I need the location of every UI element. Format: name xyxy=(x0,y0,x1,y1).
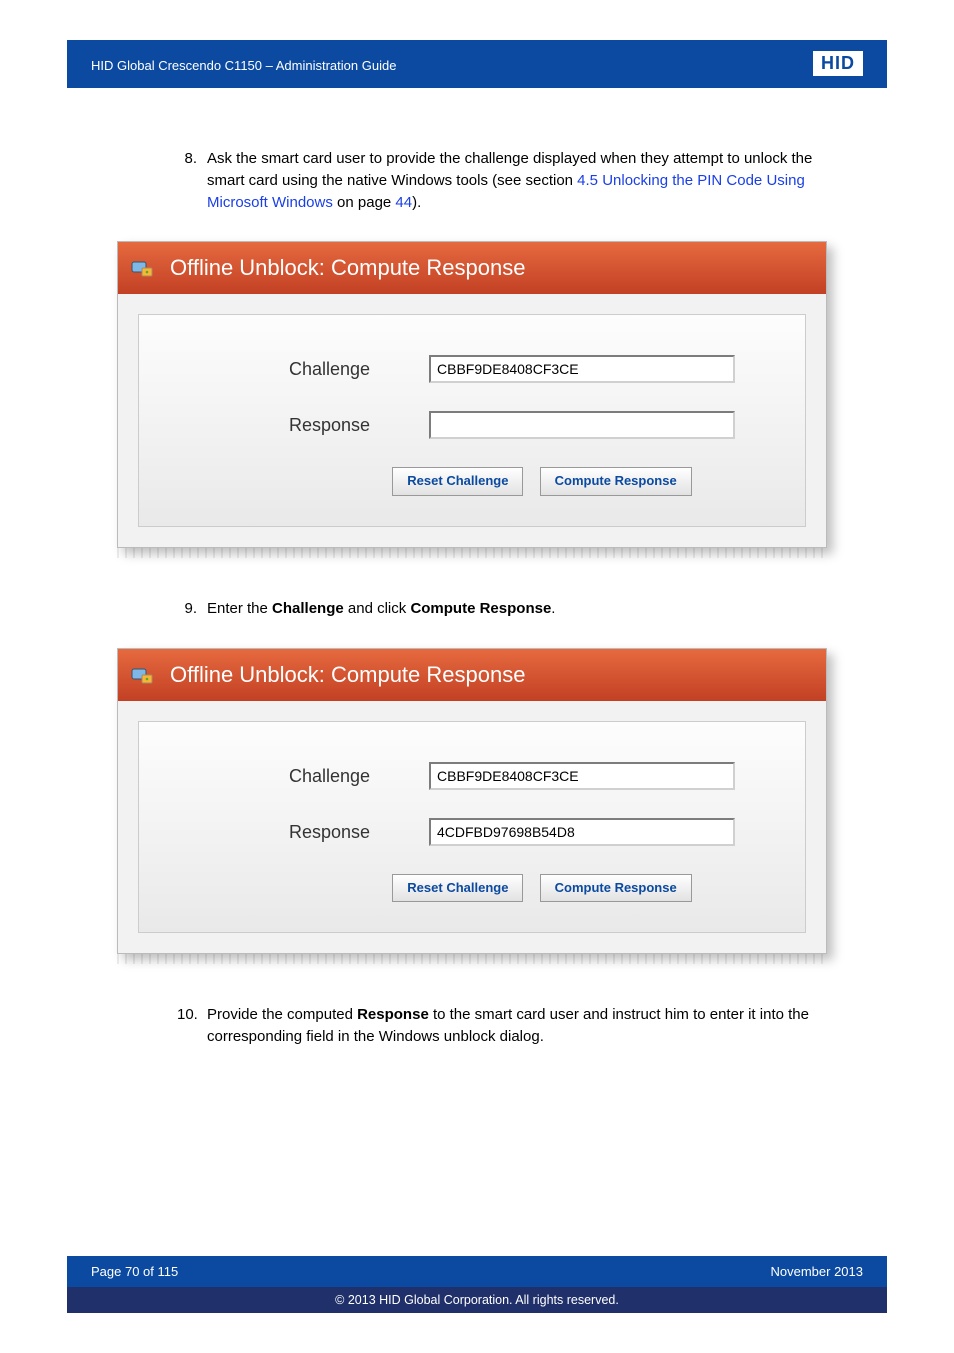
offline-unblock-panel: Offline Unblock: Compute Response Challe… xyxy=(117,241,827,548)
step-body: Provide the computed Response to the sma… xyxy=(207,1004,837,1048)
step-10: 10. Provide the computed Response to the… xyxy=(117,1004,837,1048)
step-body: Enter the Challenge and click Compute Re… xyxy=(207,598,837,620)
step-8: 8. Ask the smart card user to provide th… xyxy=(117,148,837,213)
challenge-label: Challenge xyxy=(289,763,429,789)
hid-logo: HID xyxy=(813,51,863,76)
page-number: Page 70 of 115 xyxy=(91,1264,178,1279)
challenge-input[interactable] xyxy=(429,762,735,790)
offline-unblock-panel: Offline Unblock: Compute Response Challe… xyxy=(117,648,827,955)
torn-edge xyxy=(117,548,827,558)
challenge-row: Challenge xyxy=(289,355,735,383)
card-unlock-icon xyxy=(130,663,154,687)
panel-header: Offline Unblock: Compute Response xyxy=(118,242,826,294)
button-row: Reset Challenge Compute Response xyxy=(289,467,735,496)
document-page: HID Global Crescendo C1150 – Administrat… xyxy=(67,40,887,1313)
button-row: Reset Challenge Compute Response xyxy=(289,874,735,903)
torn-edge xyxy=(117,954,827,964)
response-input[interactable] xyxy=(429,818,735,846)
response-input[interactable] xyxy=(429,411,735,439)
card-unlock-icon xyxy=(130,256,154,280)
step-number: 10. xyxy=(177,1004,207,1048)
step-number: 9. xyxy=(177,598,207,620)
screenshot-2: Offline Unblock: Compute Response Challe… xyxy=(117,648,837,965)
header-title: HID Global Crescendo C1150 – Administrat… xyxy=(91,58,396,73)
panel-header: Offline Unblock: Compute Response xyxy=(118,649,826,701)
panel-title: Offline Unblock: Compute Response xyxy=(170,659,525,691)
challenge-label: Challenge xyxy=(289,356,429,382)
reset-challenge-button[interactable]: Reset Challenge xyxy=(392,467,523,496)
xref-page-link[interactable]: 44 xyxy=(395,194,412,211)
page-footer: Page 70 of 115 November 2013 © 2013 HID … xyxy=(67,1256,887,1313)
response-label: Response xyxy=(289,819,429,845)
step-number: 8. xyxy=(177,148,207,213)
challenge-input[interactable] xyxy=(429,355,735,383)
footer-date: November 2013 xyxy=(771,1264,864,1279)
screenshot-1: Offline Unblock: Compute Response Challe… xyxy=(117,241,837,558)
page-content: 8. Ask the smart card user to provide th… xyxy=(67,88,887,1116)
challenge-row: Challenge xyxy=(289,762,735,790)
response-row: Response xyxy=(289,411,735,439)
footer-top: Page 70 of 115 November 2013 xyxy=(67,1256,887,1287)
response-label: Response xyxy=(289,412,429,438)
step-9: 9. Enter the Challenge and click Compute… xyxy=(117,598,837,620)
compute-response-button[interactable]: Compute Response xyxy=(540,874,692,903)
reset-challenge-button[interactable]: Reset Challenge xyxy=(392,874,523,903)
panel-body: Challenge Response Reset Challenge Compu… xyxy=(138,721,806,934)
page-header: HID Global Crescendo C1150 – Administrat… xyxy=(67,43,887,88)
compute-response-button[interactable]: Compute Response xyxy=(540,467,692,496)
step-body: Ask the smart card user to provide the c… xyxy=(207,148,837,213)
footer-copyright: © 2013 HID Global Corporation. All right… xyxy=(67,1287,887,1313)
panel-title: Offline Unblock: Compute Response xyxy=(170,252,525,284)
panel-body: Challenge Response Reset Challenge Compu… xyxy=(138,314,806,527)
response-row: Response xyxy=(289,818,735,846)
